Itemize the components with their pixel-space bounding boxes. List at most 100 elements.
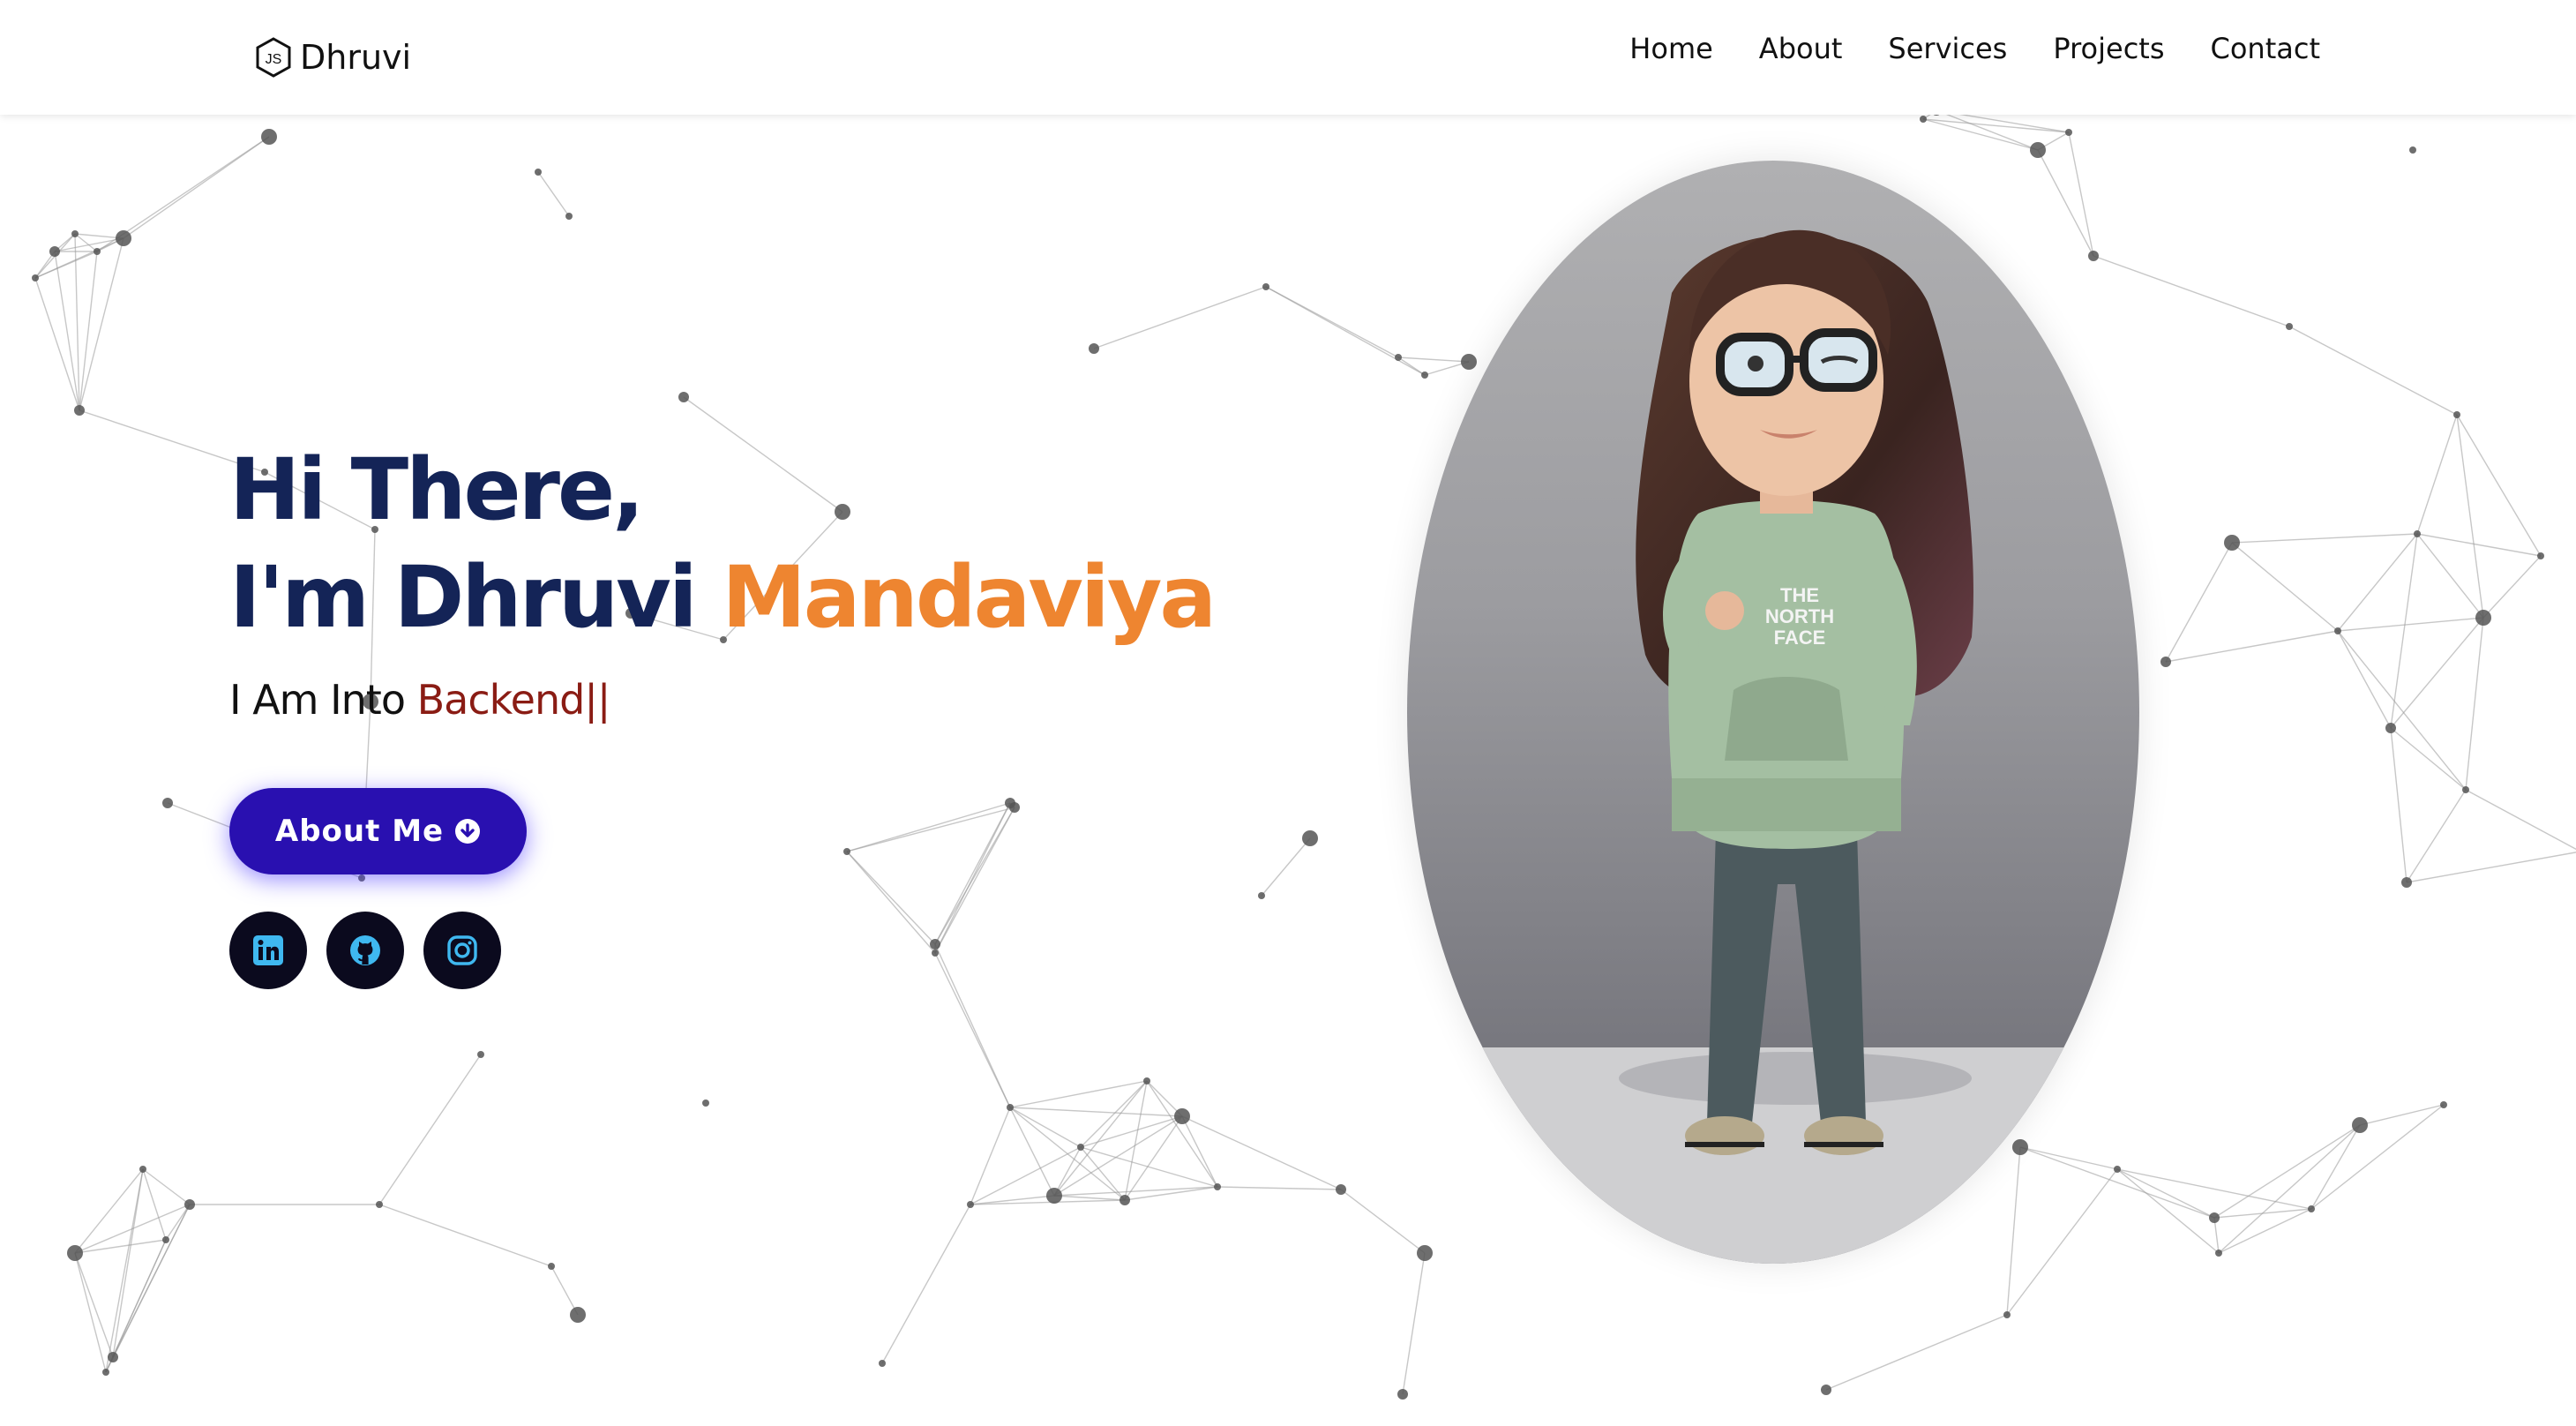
svg-text:THE: THE	[1780, 584, 1819, 606]
network-node	[1395, 354, 1402, 361]
network-node	[94, 248, 101, 255]
network-edge	[2390, 533, 2418, 729]
network-edge	[1402, 1252, 1426, 1395]
avatar-illustration: THE NORTH FACE	[1407, 229, 2139, 1264]
network-node	[71, 230, 79, 237]
network-node	[32, 274, 39, 281]
network-edge	[1053, 1186, 1218, 1197]
network-node	[116, 230, 131, 246]
network-node	[261, 129, 277, 145]
network-edge	[74, 1252, 114, 1358]
network-edge	[2165, 630, 2339, 663]
network-edge	[74, 1252, 107, 1373]
network-node	[2401, 877, 2412, 888]
network-node	[2385, 723, 2396, 733]
network-node	[2414, 530, 2421, 537]
network-node	[2462, 786, 2469, 793]
network-node	[2215, 1250, 2222, 1257]
network-node	[967, 1201, 974, 1208]
network-edge	[2456, 414, 2484, 619]
network-edge	[2456, 414, 2542, 557]
network-node	[1397, 1389, 1408, 1400]
network-node	[1336, 1184, 1346, 1195]
network-node	[2209, 1212, 2220, 1223]
avatar-image: THE NORTH FACE	[1407, 161, 2139, 1264]
network-node	[932, 949, 939, 957]
network-edge	[2213, 1217, 2220, 1254]
network-node	[2453, 411, 2460, 418]
brand-name: Dhruvi	[300, 38, 412, 77]
network-edge	[2390, 617, 2484, 729]
nav-links: Home About Services Projects Contact	[1584, 26, 2320, 71]
about-me-button[interactable]: About Me	[229, 788, 527, 874]
network-node	[162, 798, 173, 808]
network-edge	[142, 1168, 167, 1241]
network-edge	[2231, 542, 2339, 632]
hero-text: Hi There, I'm Dhruvi Mandaviya I Am Into…	[229, 436, 1217, 724]
network-edge	[1217, 1186, 1342, 1190]
about-me-label: About Me	[274, 814, 445, 849]
network-node	[879, 1360, 886, 1367]
network-node	[843, 848, 850, 855]
network-node	[2537, 552, 2544, 559]
network-edge	[934, 943, 1011, 1108]
network-edge	[79, 237, 124, 411]
network-edge	[2218, 1124, 2361, 1254]
hero-subtitle: I Am Into Backend||	[229, 676, 1214, 724]
nav-about[interactable]: About	[1759, 26, 1843, 71]
network-edge	[2465, 789, 2576, 851]
js-hexagon-icon: JS	[256, 37, 291, 78]
network-edge	[934, 807, 1015, 954]
arrow-down-circle-icon	[455, 819, 481, 844]
subtitle-prefix: I Am Into	[229, 676, 406, 724]
network-node	[1046, 1188, 1062, 1204]
network-node	[548, 1263, 555, 1270]
network-edge	[1093, 286, 1267, 349]
network-edge	[1009, 1107, 1183, 1117]
network-edge	[846, 851, 936, 954]
network-edge	[2390, 727, 2408, 883]
network-edge	[934, 807, 1015, 945]
nav-projects[interactable]: Projects	[2053, 26, 2164, 71]
network-node	[2030, 142, 2046, 158]
navbar: JS Dhruvi Home About Services Projects C…	[0, 0, 2576, 115]
network-edge	[1009, 1107, 1126, 1201]
hero-name-line: I'm Dhruvi Mandaviya	[229, 544, 1217, 651]
network-node	[358, 874, 365, 882]
network-edge	[2288, 326, 2458, 416]
brand-logo[interactable]: JS Dhruvi	[254, 34, 411, 81]
nav-contact[interactable]: Contact	[2211, 26, 2321, 71]
network-node	[2224, 535, 2240, 551]
linkedin-link[interactable]	[229, 912, 307, 989]
network-edge	[34, 237, 124, 279]
network-node	[1821, 1385, 1831, 1395]
network-edge	[2406, 852, 2576, 883]
network-edge	[1261, 837, 1311, 897]
network-edge	[2416, 414, 2458, 535]
network-node	[2065, 129, 2072, 136]
network-node	[1089, 343, 1099, 354]
nav-home[interactable]: Home	[1629, 26, 1713, 71]
svg-text:NORTH: NORTH	[1765, 605, 1834, 627]
hero-name-accent: Mandaviya	[722, 548, 1217, 647]
github-icon	[350, 935, 380, 965]
network-edge	[1053, 1115, 1183, 1197]
network-edge	[1936, 109, 2039, 151]
github-link[interactable]	[326, 912, 404, 989]
network-edge	[1053, 1195, 1126, 1201]
hero-heading: Hi There, I'm Dhruvi Mandaviya	[229, 436, 1217, 651]
network-edge	[2482, 555, 2542, 619]
instagram-link[interactable]	[423, 912, 501, 989]
network-node	[139, 1166, 146, 1173]
network-node	[570, 1307, 586, 1323]
network-edge	[2337, 533, 2418, 632]
network-edge	[2231, 533, 2418, 544]
network-edge	[105, 1204, 191, 1373]
instagram-icon	[447, 935, 477, 965]
network-edge	[934, 802, 1011, 945]
network-edge	[105, 1168, 144, 1373]
nav-services[interactable]: Services	[1888, 26, 2007, 71]
network-edge	[2310, 1124, 2361, 1210]
network-edge	[537, 171, 570, 217]
network-node	[1302, 830, 1318, 846]
